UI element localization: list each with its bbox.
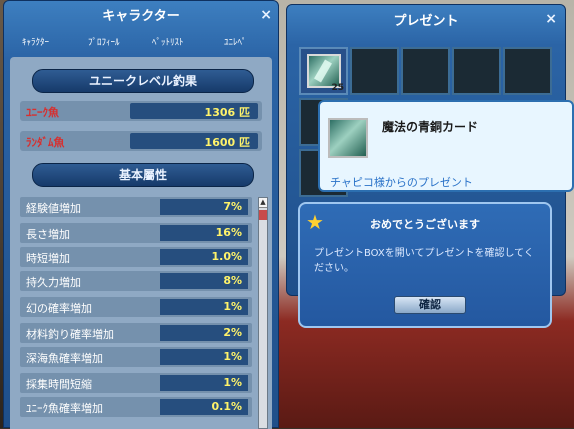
slot-count: 25 <box>331 83 344 93</box>
present-slot[interactable] <box>452 47 501 95</box>
item-sender: チャピコ様からのプレゼント <box>330 176 473 189</box>
stat-row-random-fish: ﾗﾝﾀﾞﾑ魚 1600 匹 <box>20 131 262 151</box>
stat-value-box: 1306 匹 <box>130 103 258 119</box>
tab-pet-list[interactable]: ﾍﾟｯﾄﾘｽﾄ <box>152 35 184 48</box>
attr-label: 材料釣り確率増加 <box>26 328 114 341</box>
attr-label: 時短増加 <box>26 252 70 265</box>
present-slot[interactable] <box>350 47 399 95</box>
attr-label: ﾕﾆｰｸ魚確率増加 <box>26 402 103 415</box>
list-item: 経験値増加 7% <box>20 197 252 217</box>
close-icon[interactable]: × <box>545 11 557 27</box>
list-item: 持久力増加 8% <box>20 271 252 291</box>
dialog-title: おめでとうございます <box>370 218 480 231</box>
list-item: 長さ増加 16% <box>20 223 252 243</box>
attr-value: 7% <box>223 200 242 213</box>
present-slot[interactable] <box>503 47 552 95</box>
attr-value: 1% <box>223 300 242 313</box>
present-window-title: プレゼント <box>393 14 459 29</box>
dialog-message: プレゼントBOXを開いてプレゼントを確認してください。 <box>314 248 534 274</box>
list-item: ﾕﾆｰｸ魚確率増加 0.1% <box>20 397 252 417</box>
list-item: 採集時間短縮 1% <box>20 373 252 393</box>
attr-value: 1% <box>223 350 242 363</box>
list-item: 時短増加 1.0% <box>20 247 252 267</box>
item-tooltip: 魔法の青銅カード チャピコ様からのプレゼント <box>318 100 574 192</box>
attr-value: 16% <box>215 226 242 239</box>
attr-label: 長さ増加 <box>26 228 70 241</box>
attr-value: 1.0% <box>211 250 242 263</box>
stat-label: ﾕﾆｰｸ魚 <box>26 106 59 119</box>
stat-label: ﾗﾝﾀﾞﾑ魚 <box>26 136 65 149</box>
tab-unique-level[interactable]: ﾕﾆﾚﾍﾟ <box>224 35 247 48</box>
attr-value-box: 1% <box>160 299 248 315</box>
attr-value: 8% <box>223 274 242 287</box>
attribute-list: 経験値増加 7% 長さ増加 16% 時短増加 1.0% 持久力増加 8% 幻の確率増加 1… <box>20 195 252 429</box>
scroll-up-icon[interactable]: ▲ <box>259 198 267 208</box>
attr-label: 深海魚確率増加 <box>26 352 103 365</box>
stat-value: 1600 匹 <box>204 136 250 149</box>
unique-level-header: ユニークレベル釣果 <box>32 69 254 93</box>
scroll-thumb[interactable] <box>259 210 267 220</box>
confirm-button[interactable]: 確認 <box>394 296 466 314</box>
tab-profile[interactable]: ﾌﾟﾛﾌｨｰﾙ <box>88 35 120 48</box>
attribute-scrollbar[interactable]: ▲ <box>258 197 268 429</box>
character-panel: ユニークレベル釣果 ﾕﾆｰｸ魚 1306 匹 ﾗﾝﾀﾞﾑ魚 1600 匹 基本屬… <box>10 57 272 429</box>
character-tabs: ｷｬﾗｸﾀｰ ﾌﾟﾛﾌｨｰﾙ ﾍﾟｯﾄﾘｽﾄ ﾕﾆﾚﾍﾟ <box>12 35 272 51</box>
base-attribute-header: 基本屬性 <box>32 163 254 187</box>
tab-character[interactable]: ｷｬﾗｸﾀｰ <box>22 35 49 48</box>
character-window: キャラクター × ｷｬﾗｸﾀｰ ﾌﾟﾛﾌｨｰﾙ ﾍﾟｯﾄﾘｽﾄ ﾕﾆﾚﾍﾟ ユニ… <box>3 0 279 429</box>
attr-label: 経験値増加 <box>26 202 81 215</box>
present-slot[interactable] <box>401 47 450 95</box>
attr-label: 採集時間短縮 <box>26 378 92 391</box>
stat-value-box: 1600 匹 <box>130 133 258 149</box>
list-item: 材料釣り確率増加 2% <box>20 323 252 343</box>
attr-value: 0.1% <box>211 400 242 413</box>
attr-value-box: 2% <box>160 325 248 341</box>
attr-value-box: 8% <box>160 273 248 289</box>
item-name: 魔法の青銅カード <box>382 120 479 134</box>
attr-label: 幻の確率増加 <box>26 302 92 315</box>
attr-label: 持久力増加 <box>26 276 81 289</box>
congratulations-dialog: ★ おめでとうございます プレゼントBOXを開いてプレゼントを確認してください。… <box>298 202 552 328</box>
list-item: 深海魚確率増加 1% <box>20 347 252 367</box>
attr-value-box: 1% <box>160 375 248 391</box>
attr-value-box: 16% <box>160 225 248 241</box>
attr-value-box: 1.0% <box>160 249 248 265</box>
attr-value: 1% <box>223 376 242 389</box>
character-window-title: キャラクター <box>102 9 180 24</box>
present-slot[interactable]: 25 <box>299 47 348 95</box>
list-item: 幻の確率増加 1% <box>20 297 252 317</box>
close-icon[interactable]: × <box>260 7 272 23</box>
stat-row-unique-fish: ﾕﾆｰｸ魚 1306 匹 <box>20 101 262 121</box>
attr-value-box: 7% <box>160 199 248 215</box>
stat-value: 1306 匹 <box>204 106 250 119</box>
attr-value-box: 1% <box>160 349 248 365</box>
bronze-card-icon <box>328 118 368 158</box>
attr-value-box: 0.1% <box>160 399 248 415</box>
attr-value: 2% <box>223 326 242 339</box>
